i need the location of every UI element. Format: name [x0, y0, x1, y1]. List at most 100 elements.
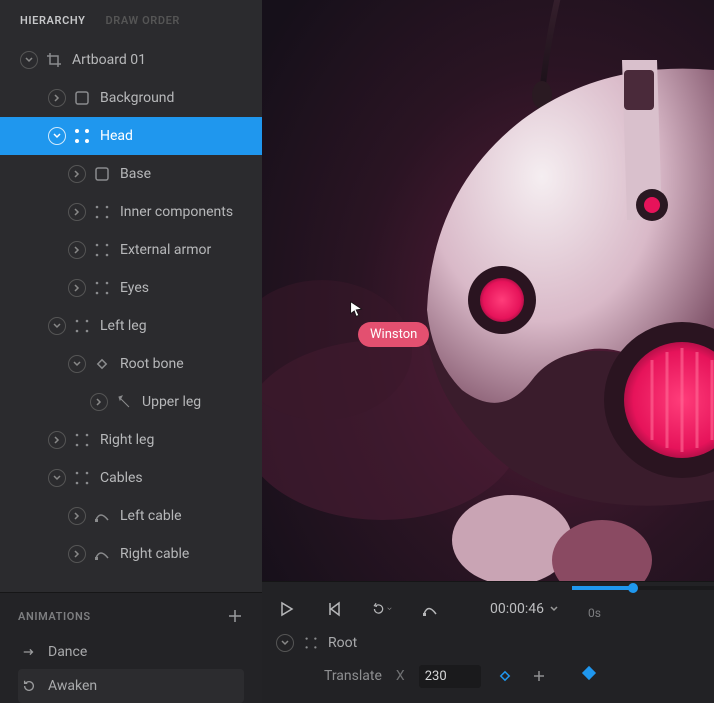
tree-label: External armor [120, 242, 211, 258]
timeline-row-translate[interactable]: Translate X [276, 659, 558, 693]
tree-item-right-leg[interactable]: Right leg [0, 421, 262, 459]
square-icon [74, 90, 90, 106]
caret-icon[interactable] [48, 317, 66, 335]
playback-controls: 00:00:46 [276, 592, 558, 626]
tree-label: Right leg [100, 432, 154, 448]
app-root: HIERARCHY DRAW ORDER Artboard 01 Backgro… [0, 0, 714, 703]
timecode-value: 00:00:46 [490, 601, 544, 617]
caret-icon[interactable] [48, 127, 66, 145]
caret-icon[interactable] [68, 545, 86, 563]
tree-item-background[interactable]: Background [0, 79, 262, 117]
tree-item-artboard[interactable]: Artboard 01 [0, 41, 262, 79]
group-icon [94, 242, 110, 258]
tree-label: Inner components [120, 204, 233, 220]
tree-label: Base [120, 166, 151, 182]
arrow-icon [22, 645, 36, 659]
group-icon [94, 280, 110, 296]
add-keyframe-button[interactable] [529, 666, 549, 686]
animation-item-awaken[interactable]: Awaken [18, 669, 244, 703]
tab-draw-order[interactable]: DRAW ORDER [105, 14, 180, 27]
chevron-down-icon [550, 605, 558, 613]
animation-item-dance[interactable]: Dance [18, 635, 244, 669]
caret-icon[interactable] [68, 203, 86, 221]
caret-icon[interactable] [68, 165, 86, 183]
tree-item-right-cable[interactable]: Right cable [0, 535, 262, 573]
ruler-tick: 0s [588, 606, 601, 620]
path-icon [94, 508, 110, 524]
caret-icon[interactable] [48, 89, 66, 107]
caret-icon[interactable] [90, 393, 108, 411]
tree-item-root-bone[interactable]: Root bone [0, 345, 262, 383]
timeline-track-area[interactable]: 0s [572, 582, 714, 703]
tree-label: Head [100, 128, 133, 144]
play-button[interactable] [276, 599, 296, 619]
left-sidebar: HIERARCHY DRAW ORDER Artboard 01 Backgro… [0, 0, 262, 703]
tree-item-eyes[interactable]: Eyes [0, 269, 262, 307]
caret-icon[interactable] [68, 355, 86, 373]
tree-item-left-cable[interactable]: Left cable [0, 497, 262, 535]
caret-icon[interactable] [48, 469, 66, 487]
tree-item-head[interactable]: Head [0, 117, 262, 155]
tree-label: Cables [100, 470, 143, 486]
tree-label: Root bone [120, 356, 184, 372]
bone-icon [116, 394, 132, 410]
caret-icon[interactable] [48, 431, 66, 449]
tree-label: Left cable [120, 508, 182, 524]
group-icon [74, 432, 90, 448]
tree-label: Upper leg [142, 394, 201, 410]
animation-label: Awaken [48, 678, 97, 694]
tree-item-base[interactable]: Base [0, 155, 262, 193]
tree-item-cables[interactable]: Cables [0, 459, 262, 497]
translate-x-input[interactable] [419, 665, 481, 688]
tree-label: Right cable [120, 546, 189, 562]
square-icon [94, 166, 110, 182]
animations-panel: ANIMATIONS Dance Awaken [0, 592, 262, 703]
keyframe-toggle[interactable] [495, 666, 515, 686]
tree-label: Left leg [100, 318, 147, 334]
scrub-bar[interactable] [572, 586, 714, 590]
tree-item-inner[interactable]: Inner components [0, 193, 262, 231]
caret-icon[interactable] [68, 507, 86, 525]
crop-icon [46, 52, 62, 68]
keyframe[interactable] [582, 666, 596, 680]
group-icon [94, 204, 110, 220]
group-icon [74, 470, 90, 486]
tab-hierarchy[interactable]: HIERARCHY [20, 14, 85, 27]
loop-icon [22, 679, 36, 693]
curve-editor-button[interactable] [420, 599, 440, 619]
sidebar-tabs: HIERARCHY DRAW ORDER [0, 0, 262, 37]
tree-label: Eyes [120, 280, 149, 296]
tree-item-armor[interactable]: External armor [0, 231, 262, 269]
keyframe-track[interactable] [572, 655, 714, 691]
scrub-handle[interactable] [628, 583, 638, 593]
caret-icon[interactable] [20, 51, 38, 69]
property-label: Translate [324, 668, 382, 684]
add-animation-button[interactable] [226, 607, 244, 625]
animations-title: ANIMATIONS [18, 610, 91, 623]
diamond-icon [94, 356, 110, 372]
animations-header: ANIMATIONS [18, 607, 244, 625]
artwork-illustration [262, 0, 714, 581]
tree-item-upper-leg[interactable]: Upper leg [0, 383, 262, 421]
scrub-fill [572, 586, 632, 590]
timecode[interactable]: 00:00:46 [490, 601, 558, 617]
axis-label: X [396, 668, 405, 684]
loop-toggle[interactable] [372, 599, 392, 619]
timeline-row-label: Root [328, 635, 357, 651]
caret-icon[interactable] [68, 279, 86, 297]
tree-label: Artboard 01 [72, 52, 146, 68]
hierarchy-tree: Artboard 01 Background Head Base Inn [0, 37, 262, 592]
to-start-button[interactable] [324, 599, 344, 619]
animation-label: Dance [48, 644, 87, 660]
timeline-panel: 00:00:46 Root Translate X [262, 581, 714, 703]
timeline-left: 00:00:46 Root Translate X [262, 582, 572, 703]
group-icon [74, 128, 90, 144]
tree-item-left-leg[interactable]: Left leg [0, 307, 262, 345]
group-icon [74, 318, 90, 334]
tree-label: Background [100, 90, 174, 106]
caret-icon[interactable] [276, 634, 294, 652]
group-icon [304, 636, 318, 650]
path-icon [94, 546, 110, 562]
timeline-row-root[interactable]: Root [276, 626, 558, 660]
caret-icon[interactable] [68, 241, 86, 259]
